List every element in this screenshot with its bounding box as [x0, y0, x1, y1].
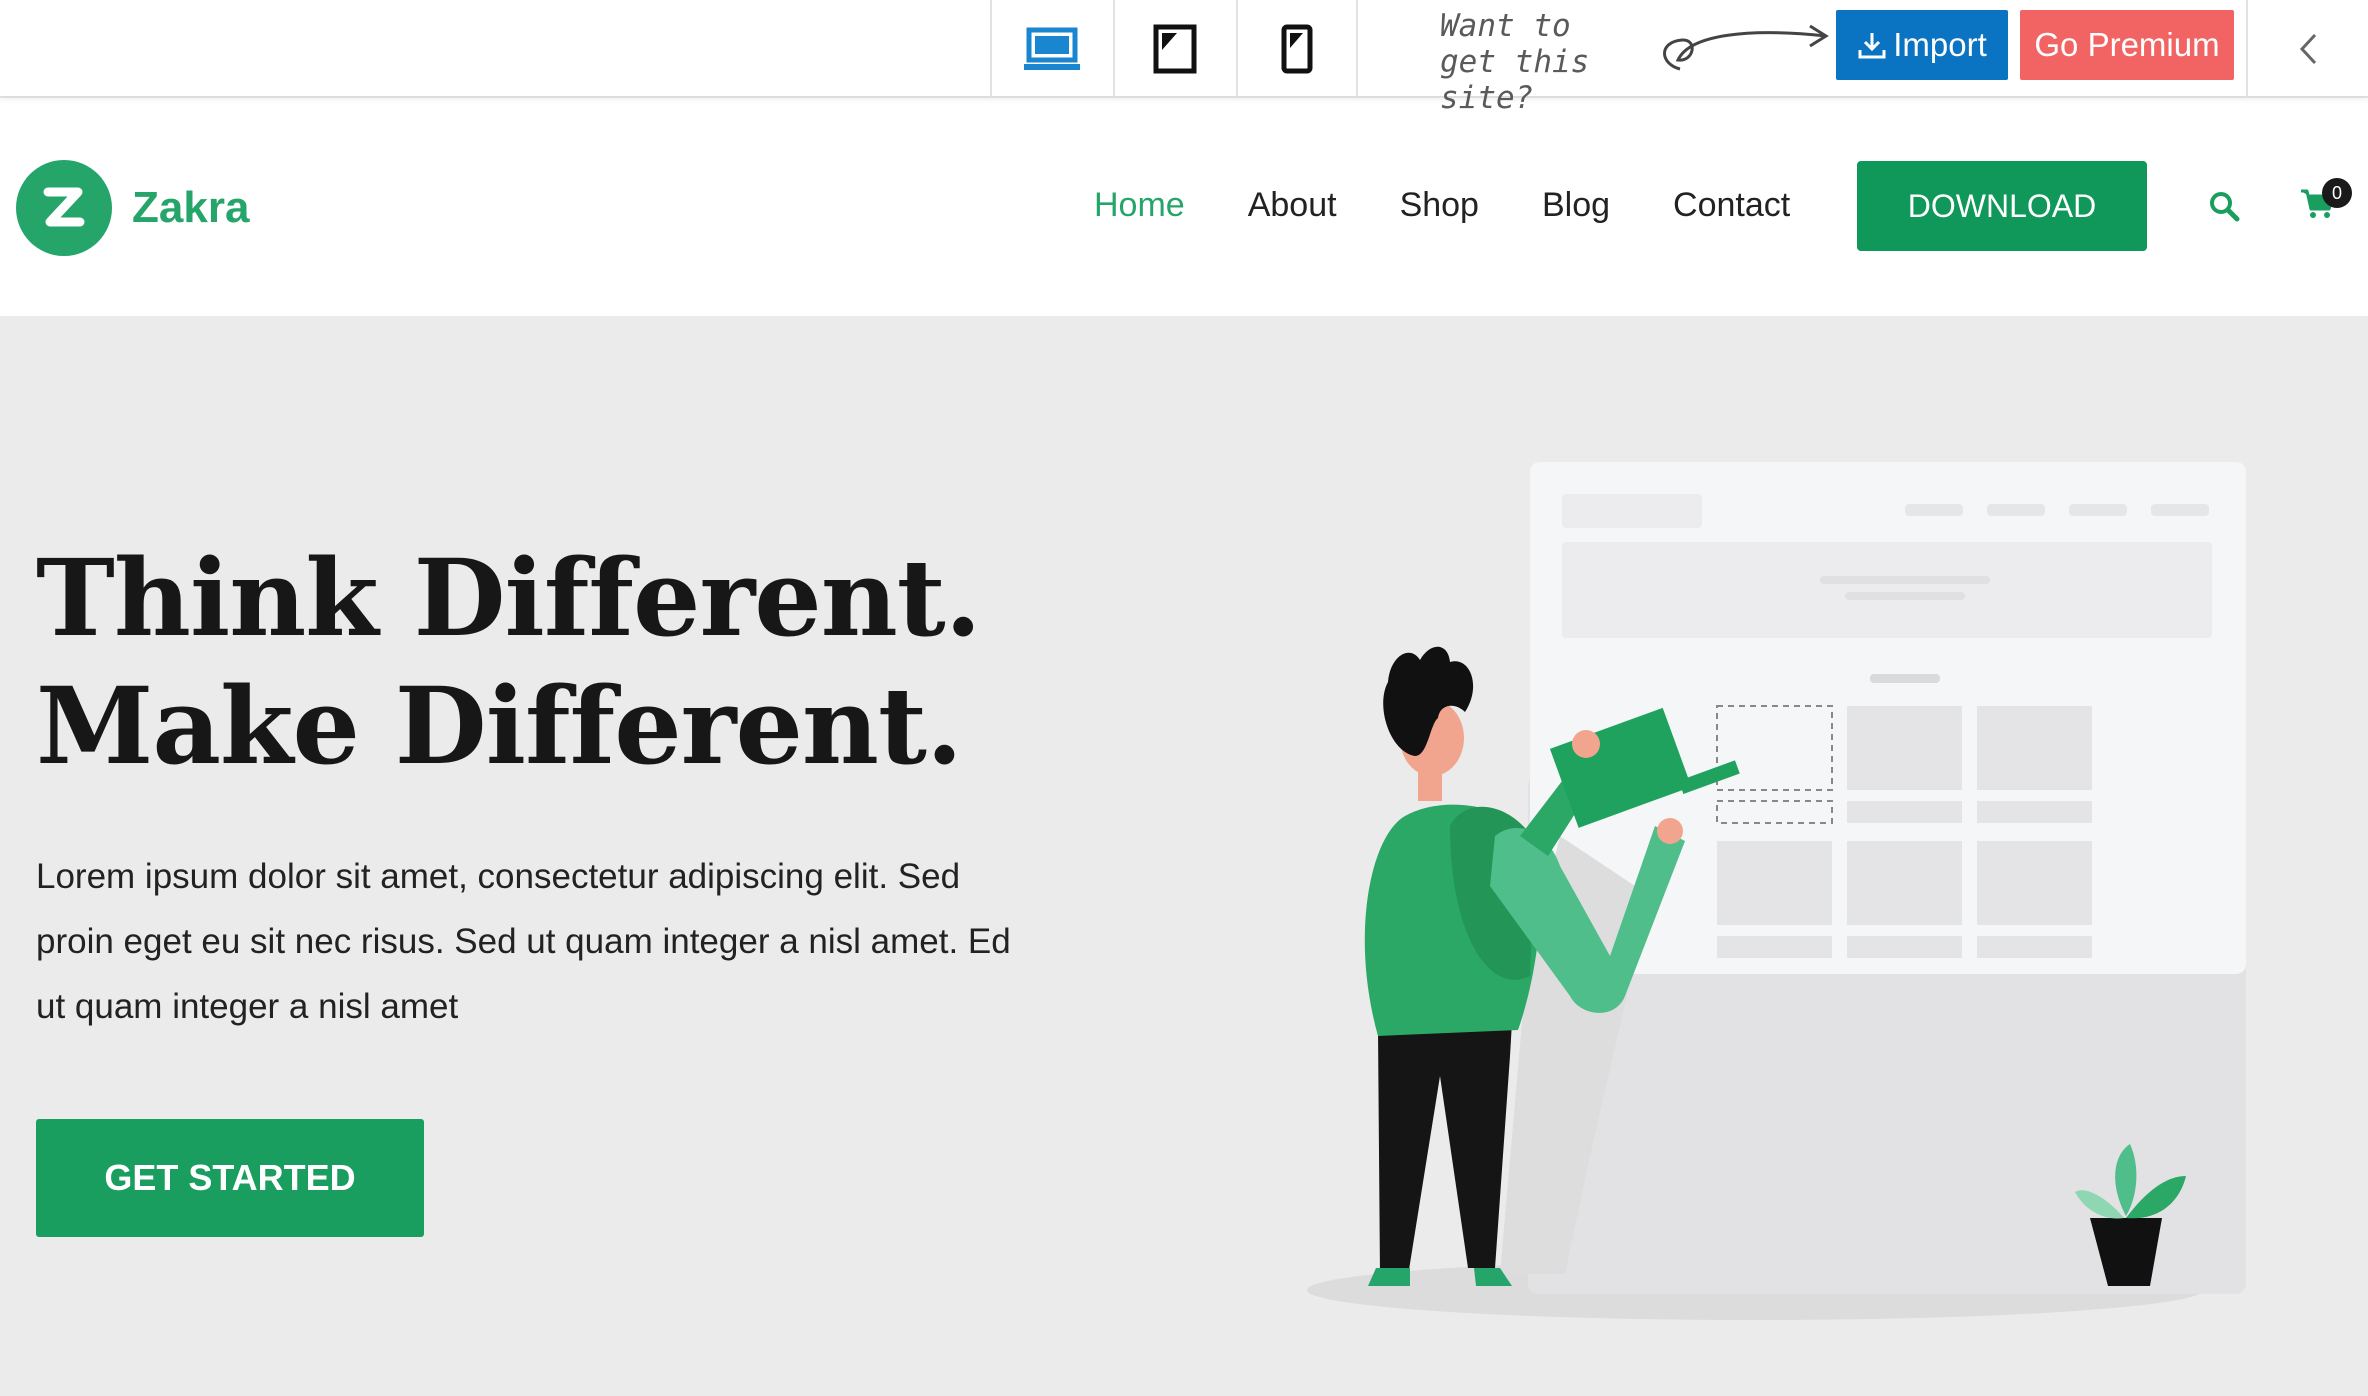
hero-title-line-1: Think Different. [36, 535, 982, 660]
hero-title-line-2: Make Different. [36, 663, 963, 788]
want-line-1: Want to [1440, 8, 1571, 44]
nav-blog[interactable]: Blog [1542, 186, 1610, 225]
import-button[interactable]: Import [1836, 10, 2008, 80]
nav-contact[interactable]: Contact [1673, 186, 1790, 225]
tablet-icon [1153, 24, 1197, 73]
mobile-icon [1281, 24, 1313, 73]
download-icon [1858, 33, 1886, 59]
zakra-logo-icon [16, 160, 112, 256]
site-logo[interactable]: Zakra [16, 160, 249, 256]
desktop-icon [1024, 27, 1080, 70]
hero-description: Lorem ipsum dolor sit amet, consectetur … [36, 857, 1011, 1026]
hero-title: Think Different. Make Different. [36, 534, 982, 790]
nav-home[interactable]: Home [1094, 186, 1185, 225]
chevron-left-icon [2299, 33, 2317, 64]
site-header: Zakra Home About Shop Blog Contact DOWNL… [0, 98, 2368, 316]
preview-toolbar: Want to get this site? Import Go Premium [0, 0, 2368, 116]
hero-section: Think Different. Make Different. Lorem i… [0, 316, 2368, 1396]
tablet-view-button[interactable] [1113, 0, 1235, 97]
logo-text: Zakra [132, 183, 250, 232]
search-icon[interactable] [2208, 190, 2240, 222]
get-started-button[interactable]: GET STARTED [36, 1119, 424, 1237]
want-line-2: get this site? [1440, 44, 1590, 116]
cart-count-badge: 0 [2322, 178, 2352, 208]
go-premium-label: Go Premium [2034, 26, 2220, 63]
mobile-view-button[interactable] [1236, 0, 1358, 97]
import-label: Import [1893, 26, 1987, 63]
main-navigation: Home About Shop Blog Contact [1094, 186, 1790, 225]
go-premium-button[interactable]: Go Premium [2020, 10, 2234, 80]
collapse-button[interactable] [2246, 0, 2368, 97]
nav-shop[interactable]: Shop [1400, 186, 1479, 225]
download-button[interactable]: DOWNLOAD [1857, 161, 2147, 251]
want-this-site-text: Want to get this site? [1440, 8, 1680, 116]
hero-illustration [1307, 462, 2246, 1320]
arrow-doodle-icon [1663, 24, 1829, 71]
nav-about[interactable]: About [1248, 186, 1337, 225]
desktop-view-button[interactable] [990, 0, 1112, 97]
